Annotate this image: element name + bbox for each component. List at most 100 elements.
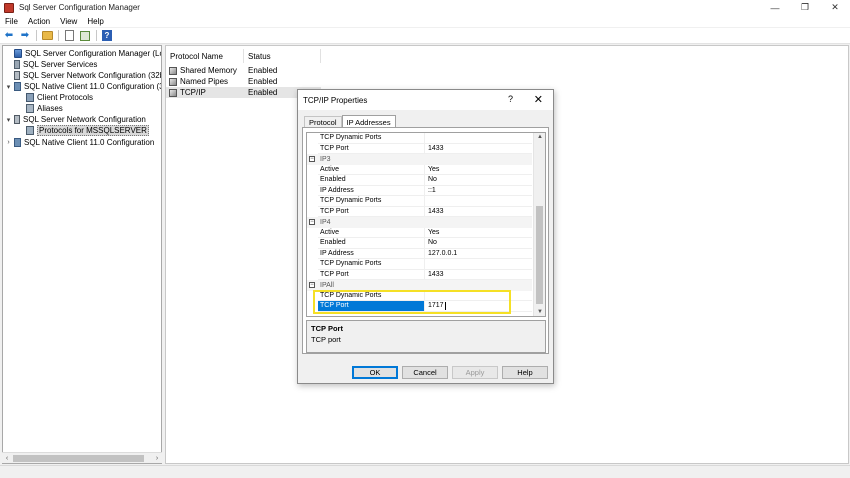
tree-node-root[interactable]: SQL Server Configuration Manager (Local) — [5, 48, 162, 59]
cancel-button[interactable]: Cancel — [402, 366, 448, 379]
tree-node-native-client[interactable]: › SQL Native Client 11.0 Configuration — [5, 137, 154, 148]
help-button[interactable]: ? — [101, 30, 113, 42]
help-dialog-button[interactable]: Help — [502, 366, 548, 379]
tree-node-protocols-mssqlserver[interactable]: Protocols for MSSQLSERVER — [26, 125, 149, 136]
collapse-box-icon[interactable]: − — [309, 219, 315, 226]
scroll-up-icon[interactable]: ▲ — [534, 134, 545, 140]
property-category-row[interactable]: − IP3 — [307, 154, 532, 165]
property-grid-scrollbar[interactable]: ▲ ▼ — [533, 133, 545, 316]
minimize-button[interactable]: — — [760, 0, 790, 15]
tree-horizontal-scrollbar[interactable]: ‹ › — [2, 452, 162, 463]
property-row[interactable]: TCP Port 1433 — [307, 269, 532, 280]
list-item-named-pipes[interactable]: Named Pipes Enabled — [166, 76, 321, 87]
properties-button[interactable] — [63, 30, 75, 42]
protocol-name-cell: Shared Memory — [166, 66, 244, 75]
category-label: IP3 — [320, 155, 331, 163]
tree-node-native-client-32bit[interactable]: ▾ SQL Native Client 11.0 Configuration (… — [5, 81, 161, 92]
category-label: IPAll — [320, 281, 334, 289]
collapse-toggle[interactable]: ▾ — [5, 83, 12, 91]
property-value[interactable]: 1433 — [424, 269, 532, 280]
tree-node-network-config[interactable]: ▾ SQL Server Network Configuration — [5, 114, 146, 125]
property-row[interactable]: Enabled No — [307, 175, 532, 186]
property-name: TCP Dynamic Ports — [318, 196, 424, 207]
property-value-text: No — [428, 176, 437, 184]
property-row[interactable]: TCP Port 1433 — [307, 206, 532, 217]
property-value[interactable] — [424, 259, 532, 270]
property-value[interactable]: 127.0.0.1 — [424, 248, 532, 259]
property-row[interactable]: TCP Dynamic Ports — [307, 133, 532, 144]
scroll-thumb[interactable] — [536, 206, 543, 304]
property-value[interactable]: No — [424, 175, 532, 186]
close-icon[interactable]: ✕ — [534, 93, 543, 106]
property-value[interactable] — [424, 133, 532, 144]
property-row[interactable]: IP Address::1 — [307, 185, 532, 196]
row-gutter — [307, 144, 318, 155]
network-config-icon — [14, 115, 20, 124]
property-value[interactable]: Yes — [424, 227, 532, 238]
property-value-text: Yes — [428, 165, 440, 173]
property-name: Active — [318, 228, 424, 238]
tree-node-network-config-32bit[interactable]: SQL Server Network Configuration (32bit — [14, 70, 161, 81]
property-row[interactable]: IP Address 127.0.0.1 — [307, 248, 532, 259]
property-category-row[interactable]: − IPAll — [307, 280, 532, 291]
tree-node-label: Aliases — [37, 104, 63, 113]
close-window-button[interactable]: ✕ — [820, 0, 850, 15]
scroll-right-icon[interactable]: › — [152, 455, 162, 462]
menu-view[interactable]: View — [55, 17, 82, 26]
column-header-protocol-name[interactable]: Protocol Name — [166, 49, 244, 63]
aliases-icon — [26, 104, 34, 113]
expand-toggle[interactable]: › — [5, 139, 12, 146]
property-row[interactable]: TCP Port 1433 — [307, 143, 532, 155]
collapse-toggle[interactable]: ▾ — [5, 116, 12, 124]
list-item-shared-memory[interactable]: Shared Memory Enabled — [166, 65, 321, 76]
tree-node-client-protocols[interactable]: Client Protocols — [26, 92, 93, 103]
scroll-down-icon[interactable]: ▼ — [534, 309, 545, 315]
menu-action[interactable]: Action — [23, 17, 55, 26]
property-value[interactable]: No — [424, 238, 532, 249]
ip-addresses-panel: TCP Port 1717 TCP Dynamic Ports − IPAll TCP P… — [302, 127, 549, 354]
tree-node-sql-server-services[interactable]: SQL Server Services — [14, 59, 97, 70]
property-value[interactable]: 1433 — [424, 206, 532, 217]
forward-arrow-icon[interactable]: ➡ — [19, 30, 31, 42]
menu-help[interactable]: Help — [82, 17, 108, 26]
property-name: IP Address — [318, 186, 424, 196]
protocol-name: Shared Memory — [180, 66, 237, 75]
property-category-row[interactable]: − IP4 — [307, 217, 532, 228]
network-config-icon — [14, 71, 20, 80]
back-arrow-icon[interactable]: ⬅ — [3, 30, 15, 42]
app-icon — [4, 2, 14, 13]
tree-node-label: SQL Server Configuration Manager (Local) — [25, 49, 162, 58]
tree-node-aliases[interactable]: Aliases — [26, 103, 63, 114]
collapse-box-icon[interactable]: − — [309, 282, 315, 289]
scroll-thumb[interactable] — [13, 455, 144, 462]
menu-file[interactable]: File — [0, 17, 23, 26]
column-header-status[interactable]: Status — [244, 49, 321, 63]
property-row[interactable]: TCP Dynamic Ports — [307, 196, 532, 207]
property-row[interactable]: Enabled No — [307, 238, 532, 249]
up-folder-button[interactable] — [41, 30, 53, 42]
property-row[interactable]: Active Yes — [307, 227, 532, 238]
toolbar-separator — [96, 30, 97, 41]
property-row[interactable]: Active Yes — [307, 164, 532, 175]
help-question-icon[interactable]: ? — [508, 94, 513, 104]
scroll-left-icon[interactable]: ‹ — [2, 455, 12, 462]
property-value[interactable]: Yes — [424, 164, 532, 175]
row-gutter — [307, 175, 318, 186]
apply-button[interactable]: Apply — [452, 366, 498, 379]
ok-button[interactable]: OK — [352, 366, 398, 379]
restore-button[interactable]: ❐ — [790, 0, 820, 15]
collapse-box-icon[interactable]: − — [309, 156, 315, 163]
export-button[interactable] — [79, 30, 91, 42]
property-value[interactable]: 1433 — [424, 143, 532, 154]
property-value-text: 1433 — [428, 270, 444, 278]
property-name: Enabled — [318, 175, 424, 186]
property-row[interactable]: TCP Dynamic Ports — [307, 259, 532, 270]
configuration-manager-icon — [14, 49, 22, 58]
tree-node-label: SQL Native Client 11.0 Configuration — [24, 138, 155, 147]
property-value[interactable] — [424, 196, 532, 207]
row-gutter — [307, 238, 318, 249]
property-name: TCP Dynamic Ports — [318, 259, 424, 270]
title-bar: Sql Server Configuration Manager — ❐ ✕ — [0, 0, 850, 15]
property-value[interactable]: ::1 — [424, 185, 532, 196]
row-gutter — [307, 259, 318, 270]
